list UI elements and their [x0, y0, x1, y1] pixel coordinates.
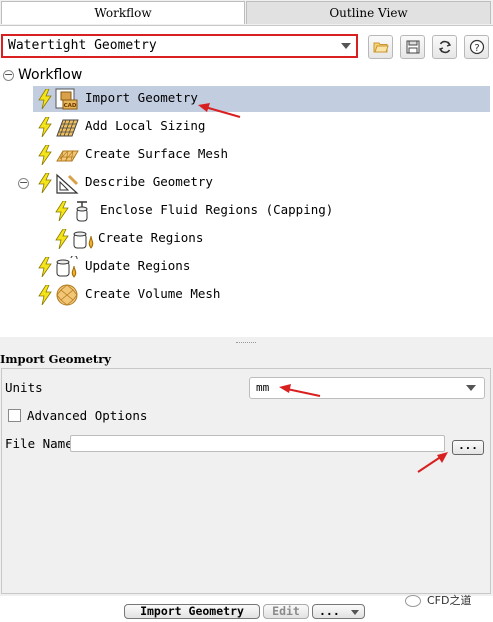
file-name-input[interactable] — [70, 435, 445, 452]
import-geometry-button[interactable]: Import Geometry — [124, 604, 260, 619]
refresh-icon — [438, 40, 452, 54]
tree-item-label: Create Surface Mesh — [85, 146, 228, 161]
advanced-options-label: Advanced Options — [27, 408, 148, 423]
lightning-bolt-icon — [38, 173, 52, 193]
tab-outline-view[interactable]: Outline View — [246, 1, 491, 24]
tree-item-label: Add Local Sizing — [85, 118, 206, 133]
wechat-logo-icon — [405, 595, 421, 607]
lightning-bolt-icon — [55, 201, 69, 221]
more-options-button[interactable]: ... — [312, 604, 365, 619]
more-options-label: ... — [319, 604, 340, 618]
properties-title: Import Geometry — [0, 352, 111, 366]
advanced-options-checkbox[interactable] — [8, 409, 21, 422]
tree-item-add-local-sizing[interactable]: Add Local Sizing — [33, 114, 490, 140]
lightning-bolt-icon — [38, 257, 52, 277]
create-regions-icon — [73, 231, 94, 249]
units-select[interactable]: mm — [249, 377, 485, 399]
open-workflow-button[interactable] — [368, 35, 393, 59]
tree-item-label: Create Volume Mesh — [85, 286, 221, 301]
lightning-bolt-icon — [38, 285, 52, 305]
lightning-bolt-icon — [38, 89, 52, 109]
capping-icon — [76, 201, 88, 222]
save-icon — [406, 40, 420, 54]
tab-workflow[interactable]: Workflow — [1, 1, 245, 24]
save-workflow-button[interactable] — [400, 35, 425, 59]
tree-item-enclose-fluid-regions[interactable]: Enclose Fluid Regions (Capping) — [50, 198, 490, 224]
help-icon: ? — [469, 39, 485, 55]
chevron-down-icon[interactable] — [341, 43, 351, 49]
svg-text:?: ? — [474, 43, 479, 54]
revert-workflow-button[interactable] — [432, 35, 457, 59]
tree-item-import-geometry[interactable]: CAD Import Geometry — [33, 86, 490, 112]
tree-item-label: Enclose Fluid Regions (Capping) — [100, 202, 334, 217]
tree-item-label: Create Regions — [98, 230, 204, 245]
tree-item-update-regions[interactable]: Update Regions — [33, 254, 490, 280]
splitter-grip[interactable] — [236, 342, 256, 345]
volume-mesh-icon — [56, 284, 78, 306]
tree-item-label: Describe Geometry — [85, 174, 213, 189]
tree-item-create-regions[interactable]: Create Regions — [50, 226, 490, 252]
cad-import-icon: CAD — [55, 88, 78, 110]
collapse-workflow-icon[interactable]: − — [3, 69, 14, 81]
describe-geometry-icon — [56, 173, 79, 194]
watermark: CFD之道 — [405, 592, 471, 608]
tree-item-label: Update Regions — [85, 258, 191, 273]
lightning-bolt-icon — [38, 145, 52, 165]
properties-box — [1, 368, 491, 594]
open-folder-icon — [373, 42, 389, 53]
tree-item-create-volume-mesh[interactable]: Create Volume Mesh — [33, 282, 490, 308]
collapse-describe-geometry-icon[interactable]: − — [18, 177, 29, 189]
local-sizing-icon — [56, 119, 79, 137]
chevron-down-icon[interactable] — [466, 385, 476, 391]
chevron-down-icon[interactable] — [351, 610, 359, 615]
tree-root-label: Workflow — [18, 67, 83, 83]
edit-button[interactable]: Edit — [263, 604, 309, 619]
help-button[interactable]: ? — [464, 35, 489, 59]
units-label: Units — [5, 380, 43, 395]
tree-item-describe-geometry[interactable]: Describe Geometry — [33, 170, 490, 196]
update-regions-icon — [56, 256, 78, 278]
tree-item-create-surface-mesh[interactable]: Create Surface Mesh — [33, 142, 490, 168]
lightning-bolt-icon — [55, 229, 69, 249]
browse-file-button[interactable]: ... — [452, 440, 484, 455]
workflow-type-select[interactable]: Watertight Geometry — [1, 34, 358, 58]
svg-text:CAD: CAD — [64, 103, 77, 109]
units-value: mm — [256, 381, 270, 394]
file-name-label: File Name — [5, 436, 73, 451]
workflow-type-value: Watertight Geometry — [8, 38, 157, 53]
lightning-bolt-icon — [38, 117, 52, 137]
surface-mesh-icon — [56, 150, 79, 162]
watermark-text: CFD之道 — [427, 594, 472, 607]
tree-item-label: Import Geometry — [85, 90, 198, 105]
